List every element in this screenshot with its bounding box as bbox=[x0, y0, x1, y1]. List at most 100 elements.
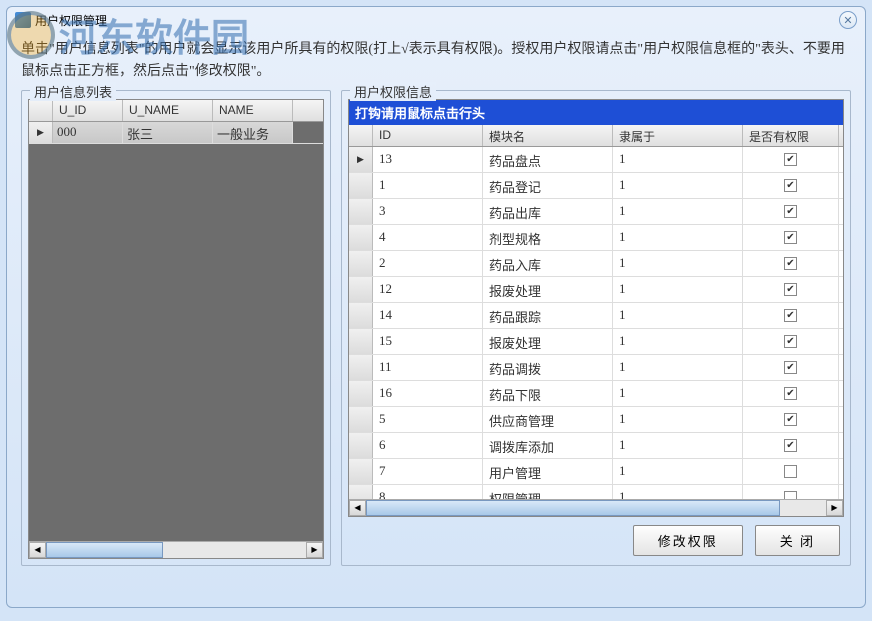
col-perm[interactable]: 是否有权限 bbox=[743, 125, 839, 146]
table-row[interactable]: 4剂型规格1✔ bbox=[349, 225, 843, 251]
cell-perm: ✔ bbox=[743, 225, 839, 250]
table-row[interactable]: 5供应商管理1 ✔ bbox=[349, 407, 843, 433]
table-row[interactable]: 7用户管理1 bbox=[349, 459, 843, 485]
table-row[interactable]: ▶000张三一般业务 bbox=[29, 122, 323, 144]
cell-module: 药品调拨 bbox=[483, 355, 613, 380]
cell-uid: 000 bbox=[53, 122, 123, 143]
cell-module: 药品登记 bbox=[483, 173, 613, 198]
cell-module: 剂型规格 bbox=[483, 225, 613, 250]
table-row[interactable]: 15报废处理1✔ bbox=[349, 329, 843, 355]
cell-id: 1 bbox=[373, 173, 483, 198]
cell-module: 报废处理 bbox=[483, 277, 613, 302]
close-button[interactable]: 关 闭 bbox=[755, 525, 840, 556]
close-icon[interactable]: ✕ bbox=[839, 11, 857, 29]
permission-checkbox[interactable]: ✔ bbox=[784, 361, 797, 374]
cell-module: 用户管理 bbox=[483, 459, 613, 484]
row-indicator-icon[interactable] bbox=[349, 303, 373, 328]
permission-checkbox[interactable]: ✔ bbox=[784, 335, 797, 348]
h-scrollbar[interactable]: ◀ ▶ bbox=[349, 499, 843, 516]
permission-checkbox[interactable]: ✔ bbox=[784, 387, 797, 400]
cell-id: 14 bbox=[373, 303, 483, 328]
permission-checkbox[interactable]: ✔ bbox=[784, 179, 797, 192]
cell-module: 调拨库添加 bbox=[483, 433, 613, 458]
modify-permission-button[interactable]: 修改权限 bbox=[633, 525, 743, 556]
col-id[interactable]: ID bbox=[373, 125, 483, 146]
row-indicator-icon[interactable] bbox=[349, 381, 373, 406]
cell-id: 12 bbox=[373, 277, 483, 302]
col-uid[interactable]: U_ID bbox=[53, 100, 123, 121]
scroll-right-icon[interactable]: ▶ bbox=[826, 500, 843, 516]
table-row[interactable]: 8权限管理1 bbox=[349, 485, 843, 499]
cell-belong: 1 bbox=[613, 199, 743, 224]
row-indicator-icon[interactable] bbox=[349, 355, 373, 380]
row-indicator-icon[interactable] bbox=[349, 277, 373, 302]
permission-grid-header[interactable]: ID 模块名 隶属于 是否有权限 bbox=[349, 125, 843, 147]
col-belong[interactable]: 隶属于 bbox=[613, 125, 743, 146]
table-row[interactable]: 3药品出库1✔ bbox=[349, 199, 843, 225]
col-name[interactable]: NAME bbox=[213, 100, 293, 121]
cell-perm: ✔ bbox=[743, 303, 839, 328]
user-grid[interactable]: U_ID U_NAME NAME ▶000张三一般业务 ◀ ▶ bbox=[28, 99, 324, 559]
table-row[interactable]: 16药品下限1✔ bbox=[349, 381, 843, 407]
permission-checkbox[interactable]: ✔ bbox=[784, 439, 797, 452]
cell-perm: ✔ bbox=[743, 355, 839, 380]
cell-perm: ✔ bbox=[743, 407, 839, 432]
permission-checkbox[interactable]: ✔ bbox=[784, 309, 797, 322]
table-row[interactable]: 6调拨库添加1 ✔ bbox=[349, 433, 843, 459]
permission-checkbox[interactable]: ✔ bbox=[784, 153, 797, 166]
cell-uname: 张三 bbox=[123, 122, 213, 143]
table-row[interactable]: 14药品跟踪1✔ bbox=[349, 303, 843, 329]
scroll-left-icon[interactable]: ◀ bbox=[349, 500, 366, 516]
window-title: 用户权限管理 bbox=[35, 12, 107, 29]
h-scrollbar[interactable]: ◀ ▶ bbox=[29, 541, 323, 558]
cell-belong: 1 bbox=[613, 225, 743, 250]
main-window: 用户权限管理 ✕ 河东软件园 单击"用户信息列表"的用户就会显示该用户所具有的权… bbox=[6, 6, 866, 608]
cell-id: 6 bbox=[373, 433, 483, 458]
col-module[interactable]: 模块名 bbox=[483, 125, 613, 146]
row-indicator-icon[interactable] bbox=[349, 199, 373, 224]
cell-id: 2 bbox=[373, 251, 483, 276]
cell-belong: 1 bbox=[613, 459, 743, 484]
table-row[interactable]: 11药品调拨1✔ bbox=[349, 355, 843, 381]
cell-perm: ✔ bbox=[743, 147, 839, 172]
scroll-right-icon[interactable]: ▶ bbox=[306, 542, 323, 558]
table-row[interactable]: 1药品登记1 ✔ bbox=[349, 173, 843, 199]
user-list-legend: 用户信息列表 bbox=[30, 82, 116, 101]
table-row[interactable]: ▶13药品盘点1✔ bbox=[349, 147, 843, 173]
cell-belong: 1 bbox=[613, 433, 743, 458]
row-indicator-icon[interactable] bbox=[349, 407, 373, 432]
permission-checkbox[interactable] bbox=[784, 465, 797, 478]
row-indicator-icon: ▶ bbox=[29, 122, 53, 143]
cell-id: 16 bbox=[373, 381, 483, 406]
cell-perm: ✔ bbox=[743, 277, 839, 302]
row-indicator-icon[interactable] bbox=[349, 251, 373, 276]
user-grid-header[interactable]: U_ID U_NAME NAME bbox=[29, 100, 323, 122]
permission-checkbox[interactable]: ✔ bbox=[784, 257, 797, 270]
row-indicator-icon[interactable] bbox=[349, 173, 373, 198]
table-row[interactable]: 12报废处理1✔ bbox=[349, 277, 843, 303]
permission-checkbox[interactable]: ✔ bbox=[784, 283, 797, 296]
row-indicator-icon[interactable] bbox=[349, 329, 373, 354]
col-uname[interactable]: U_NAME bbox=[123, 100, 213, 121]
cell-perm: ✔ bbox=[743, 251, 839, 276]
table-row[interactable]: 2药品入库1✔ bbox=[349, 251, 843, 277]
cell-belong: 1 bbox=[613, 485, 743, 499]
cell-belong: 1 bbox=[613, 173, 743, 198]
cell-id: 11 bbox=[373, 355, 483, 380]
cell-belong: 1 bbox=[613, 407, 743, 432]
cell-module: 供应商管理 bbox=[483, 407, 613, 432]
permission-checkbox[interactable]: ✔ bbox=[784, 413, 797, 426]
row-indicator-icon[interactable]: ▶ bbox=[349, 147, 373, 172]
permission-checkbox[interactable]: ✔ bbox=[784, 231, 797, 244]
permission-checkbox[interactable] bbox=[784, 491, 797, 499]
cell-id: 5 bbox=[373, 407, 483, 432]
row-indicator-icon[interactable] bbox=[349, 485, 373, 499]
cell-perm: ✔ bbox=[743, 329, 839, 354]
permission-grid[interactable]: 打钩请用鼠标点击行头 ID 模块名 隶属于 是否有权限 ▶13药品盘点1✔1药品… bbox=[348, 99, 844, 517]
row-indicator-icon[interactable] bbox=[349, 459, 373, 484]
row-indicator-icon[interactable] bbox=[349, 225, 373, 250]
cell-id: 15 bbox=[373, 329, 483, 354]
permission-checkbox[interactable]: ✔ bbox=[784, 205, 797, 218]
row-indicator-icon[interactable] bbox=[349, 433, 373, 458]
scroll-left-icon[interactable]: ◀ bbox=[29, 542, 46, 558]
